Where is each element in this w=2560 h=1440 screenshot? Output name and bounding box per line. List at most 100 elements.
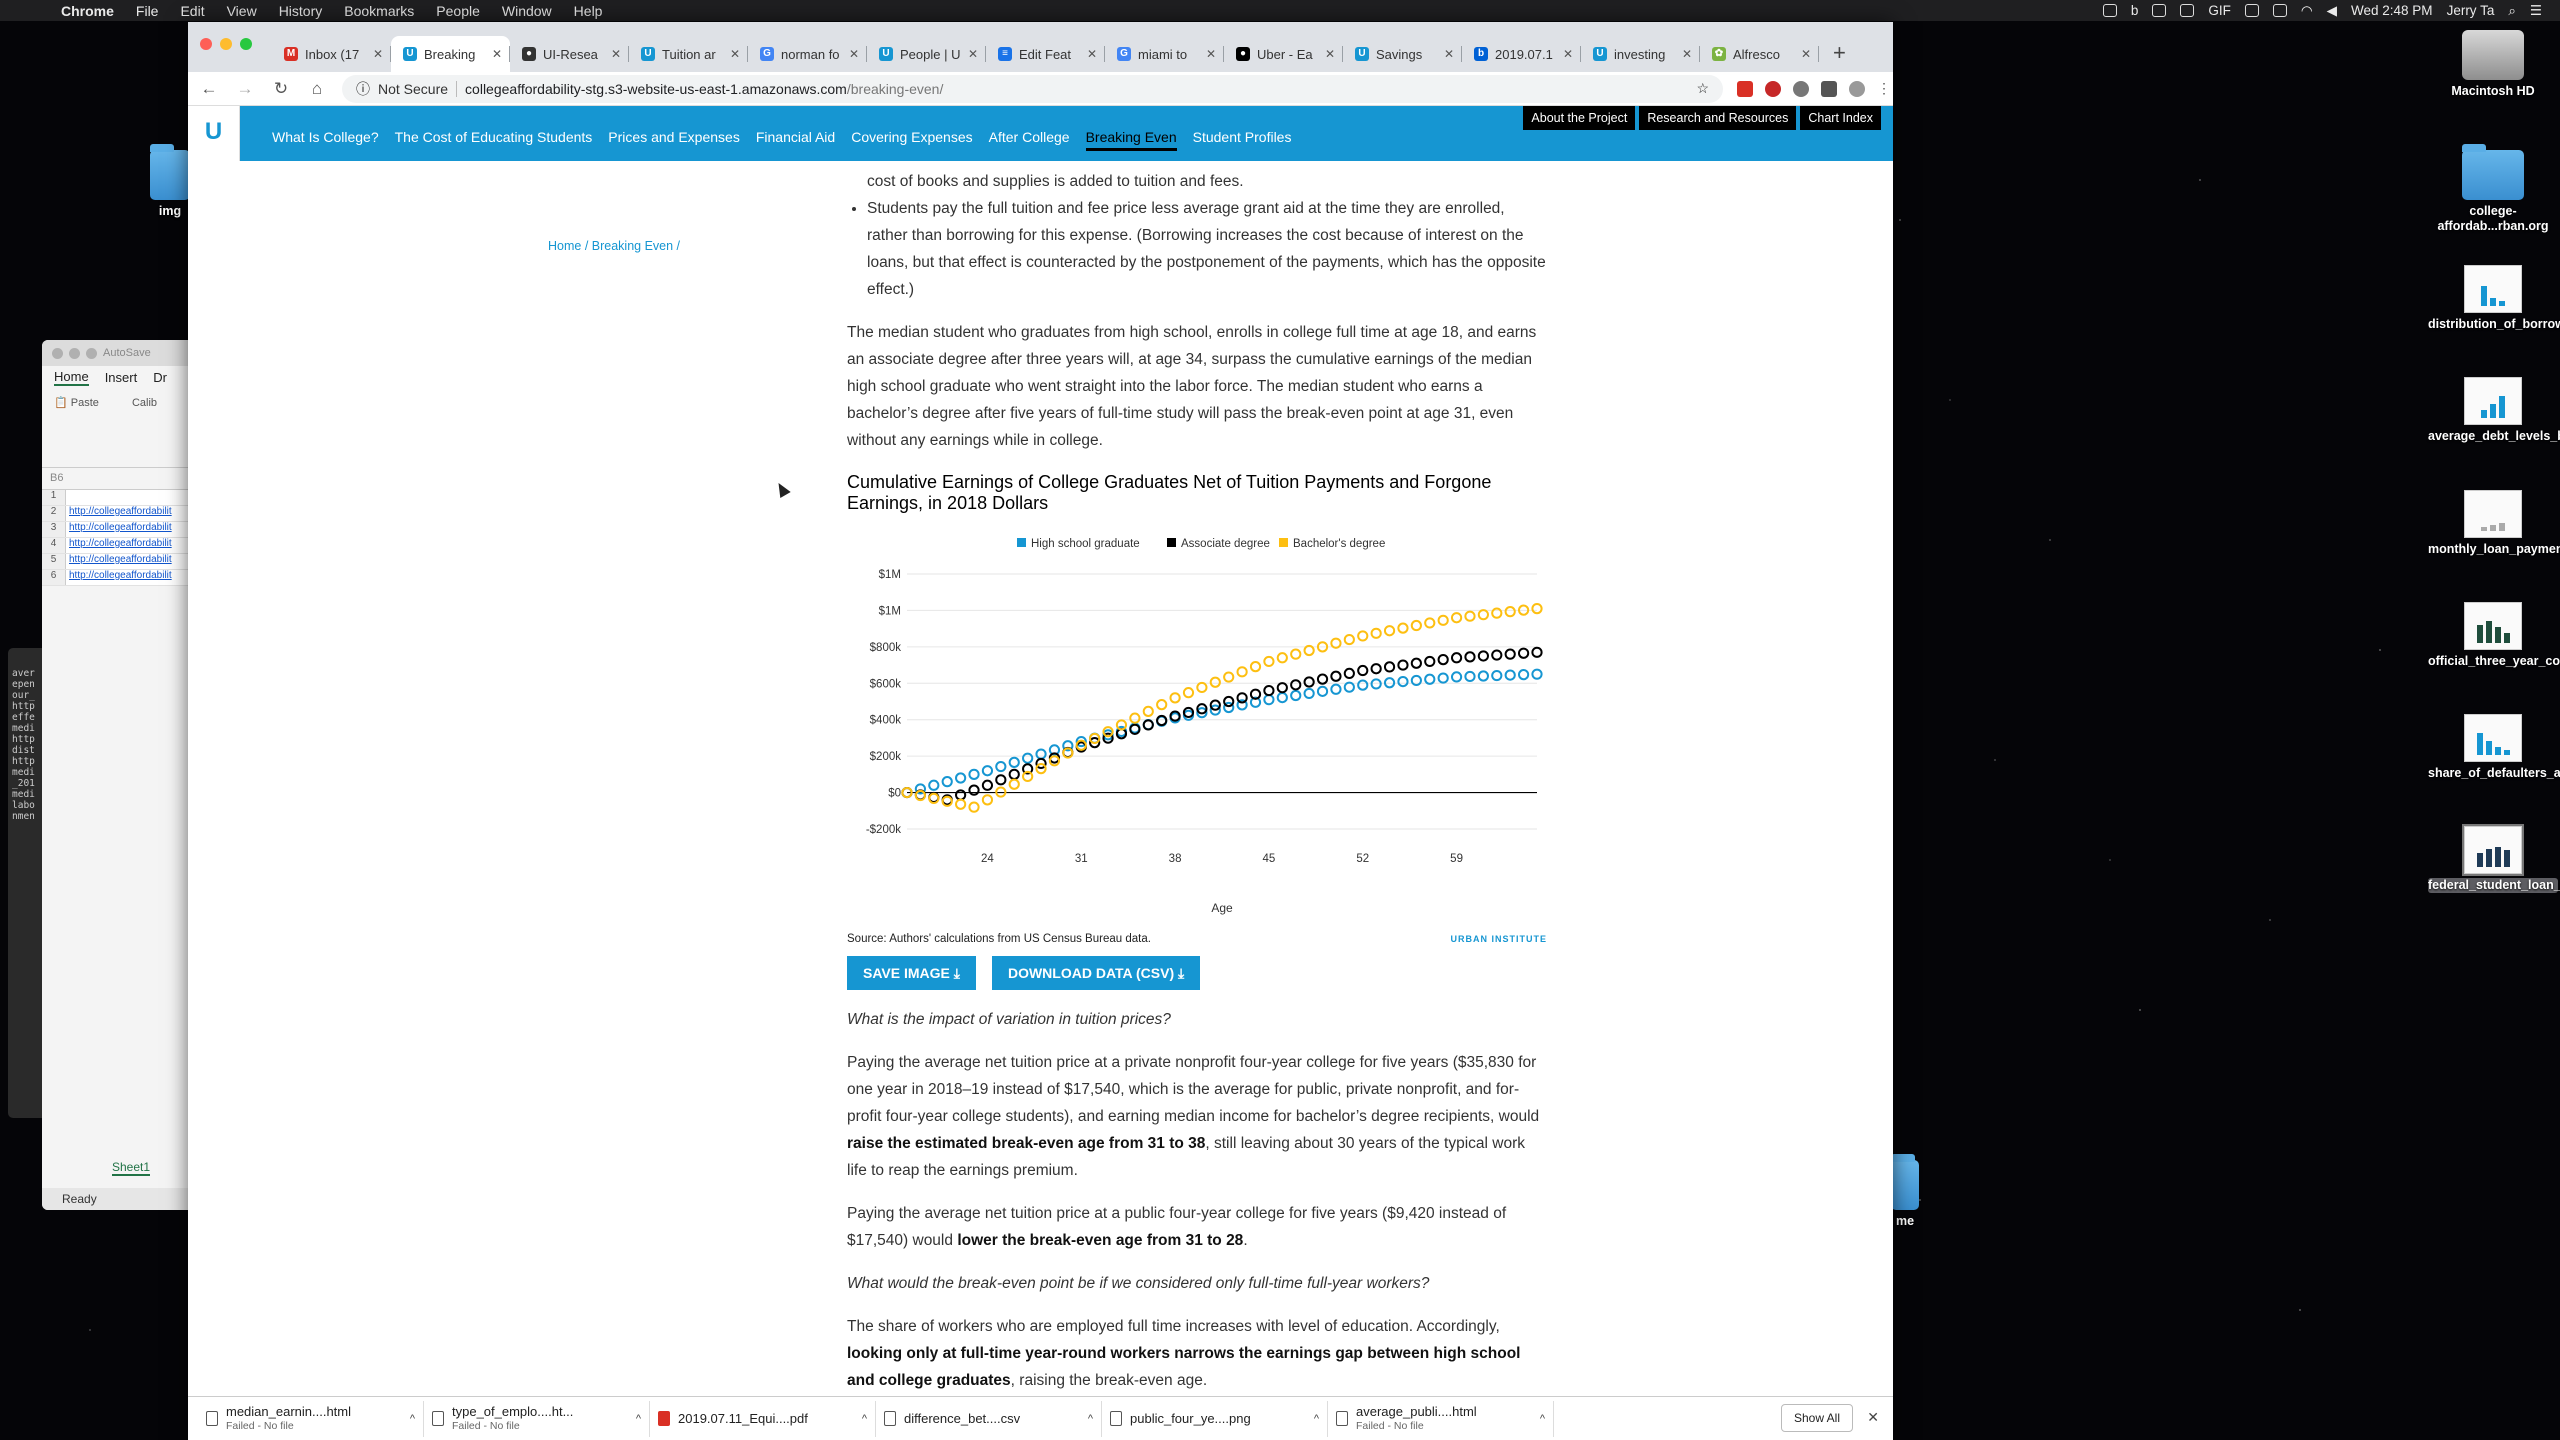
browser-tab[interactable]: U Savings ✕: [1343, 36, 1462, 72]
security-indicator[interactable]: Not Secure: [378, 80, 458, 97]
site-nav-link[interactable]: After College: [989, 129, 1070, 151]
extension-icon[interactable]: [1737, 80, 1753, 97]
cloud-icon[interactable]: [2152, 4, 2167, 17]
desktop-icon-file-selected[interactable]: federal_student_loan_five_y...0_11.png: [2428, 824, 2560, 893]
window-close-icon[interactable]: [52, 347, 63, 359]
desktop-icon-file[interactable]: average_debt_levels_by_fed...018.png: [2428, 377, 2560, 444]
user-name[interactable]: Jerry Ta: [2447, 3, 2495, 18]
menu-window[interactable]: Window: [491, 3, 563, 19]
browser-tab[interactable]: ● UI-Resea ✕: [510, 36, 629, 72]
browser-tab[interactable]: ● Uber - Ea ✕: [1224, 36, 1343, 72]
name-box[interactable]: B6: [42, 468, 202, 490]
status-b-icon[interactable]: b: [2131, 3, 2139, 18]
forward-icon[interactable]: →: [234, 79, 256, 99]
tab-close-icon[interactable]: ✕: [373, 47, 383, 61]
clock[interactable]: Wed 2:48 PM: [2351, 3, 2433, 18]
cell-link[interactable]: http://collegeaffordabilit: [66, 570, 202, 585]
site-nav-link[interactable]: The Cost of Educating Students: [395, 129, 593, 151]
back-icon[interactable]: ←: [198, 79, 220, 99]
chevron-up-icon[interactable]: ^: [862, 1413, 867, 1425]
zoom-icon[interactable]: [240, 38, 252, 50]
menu-help[interactable]: Help: [563, 3, 614, 19]
download-item[interactable]: type_of_emplo....ht... Failed - No file ^: [424, 1400, 650, 1437]
gif-icon[interactable]: GIF: [2208, 3, 2231, 18]
chevron-up-icon[interactable]: ^: [1314, 1413, 1319, 1425]
breadcrumb[interactable]: Home / Breaking Even /: [548, 239, 680, 253]
menu-bookmarks[interactable]: Bookmarks: [333, 3, 425, 19]
browser-tab[interactable]: ≡ Edit Feat ✕: [986, 36, 1105, 72]
desktop-icon-macintosh-hd[interactable]: Macintosh HD: [2428, 30, 2558, 99]
excel-tab-draw[interactable]: Dr: [153, 370, 167, 385]
paste-icon[interactable]: 📋: [54, 397, 68, 409]
shield-icon[interactable]: [2180, 4, 2195, 17]
wifi-icon[interactable]: ◠: [2301, 3, 2313, 19]
download-item[interactable]: median_earnin....html Failed - No file ^: [198, 1400, 424, 1437]
download-item[interactable]: average_publi....html Failed - No file ^: [1328, 1400, 1554, 1437]
show-all-button[interactable]: Show All: [1780, 1404, 1853, 1432]
browser-tab[interactable]: ✿ Alfresco ✕: [1700, 36, 1819, 72]
chart-index-link[interactable]: Chart Index: [1800, 106, 1881, 130]
bookmark-star-icon[interactable]: ☆: [1696, 80, 1709, 97]
notification-icon[interactable]: ☰: [2530, 3, 2542, 19]
grid-icon[interactable]: [2244, 4, 2259, 17]
tab-close-icon[interactable]: ✕: [1563, 47, 1573, 61]
extension-icon[interactable]: [1765, 80, 1781, 97]
excel-tab-insert[interactable]: Insert: [105, 370, 138, 385]
sheet-tab[interactable]: Sheet1: [112, 1160, 151, 1176]
paste-button[interactable]: Paste: [71, 397, 99, 409]
about-link[interactable]: About the Project: [1523, 106, 1636, 130]
tab-close-icon[interactable]: ✕: [1801, 47, 1811, 61]
excel-grid[interactable]: 1 2 http://collegeaffordabilit 3 http://co…: [42, 490, 202, 586]
menu-file[interactable]: File: [125, 3, 170, 19]
browser-tab[interactable]: U Tuition ar ✕: [629, 36, 748, 72]
cell[interactable]: [66, 490, 202, 505]
tab-close-icon[interactable]: ✕: [1444, 47, 1454, 61]
cell-link[interactable]: http://collegeaffordabilit: [66, 538, 202, 553]
site-logo[interactable]: U: [188, 106, 240, 161]
font-selector[interactable]: Calib: [132, 397, 157, 409]
desktop-icon-file[interactable]: official_three_year_cohort_d...ctor.png: [2428, 602, 2560, 669]
site-nav-link[interactable]: What Is College?: [272, 129, 379, 151]
browser-tab[interactable]: b 2019.07.1 ✕: [1462, 36, 1581, 72]
new-tab-icon[interactable]: +: [1819, 40, 1860, 72]
tab-close-icon[interactable]: ✕: [492, 47, 502, 61]
menu-people[interactable]: People: [425, 3, 491, 19]
reload-icon[interactable]: ↻: [270, 79, 292, 99]
tab-close-icon[interactable]: ✕: [1682, 47, 1692, 61]
menu-kebab-icon[interactable]: ⋮: [1877, 81, 1891, 97]
address-bar[interactable]: ⓘ Not Secure collegeaffordability-stg.s3…: [342, 74, 1723, 103]
spotlight-icon[interactable]: ⌕: [2508, 3, 2516, 19]
desktop-icon-file[interactable]: distribution_of_borrowers_...2018.png: [2428, 265, 2560, 332]
browser-tab[interactable]: M Inbox (17 ✕: [272, 36, 391, 72]
site-nav-link[interactable]: Prices and Expenses: [608, 129, 740, 151]
bluetooth-icon[interactable]: [2272, 4, 2287, 17]
save-image-button[interactable]: SAVE IMAGE ⤓: [847, 956, 976, 990]
cell-link[interactable]: http://collegeaffordabilit: [66, 506, 202, 521]
browser-tab[interactable]: Gmiami to ✕: [1105, 36, 1224, 72]
close-icon[interactable]: [200, 38, 212, 50]
download-item[interactable]: 2019.07.11_Equi....pdf ^: [650, 1400, 876, 1437]
download-item[interactable]: public_four_ye....png ^: [1102, 1400, 1328, 1437]
tab-close-icon[interactable]: ✕: [1087, 47, 1097, 61]
research-link[interactable]: Research and Resources: [1639, 106, 1797, 130]
close-shelf-icon[interactable]: ✕: [1867, 1409, 1879, 1426]
excel-window[interactable]: AutoSave Home Insert Dr 📋 Paste Calib B6…: [42, 340, 202, 1210]
cell-link[interactable]: http://collegeaffordabilit: [66, 522, 202, 537]
chevron-up-icon[interactable]: ^: [410, 1413, 415, 1425]
download-item[interactable]: difference_bet....csv ^: [876, 1400, 1102, 1437]
extension-icon[interactable]: [1793, 80, 1809, 97]
site-nav-link[interactable]: Covering Expenses: [851, 129, 972, 151]
site-nav-link[interactable]: Student Profiles: [1193, 129, 1292, 151]
extension-icon[interactable]: [1821, 80, 1837, 97]
info-icon[interactable]: ⓘ: [356, 79, 370, 99]
excel-tab-home[interactable]: Home: [54, 369, 89, 386]
tab-close-icon[interactable]: ✕: [1325, 47, 1335, 61]
profile-avatar[interactable]: [1849, 80, 1865, 97]
site-nav-link[interactable]: Financial Aid: [756, 129, 835, 151]
desktop-icon-file[interactable]: share_of_defaulters_and_th...nce.png: [2428, 714, 2560, 781]
chevron-up-icon[interactable]: ^: [636, 1413, 641, 1425]
desktop-icon-folder[interactable]: college-affordab...rban.org: [2428, 144, 2558, 234]
browser-tab[interactable]: Uinvesting ✕: [1581, 36, 1700, 72]
tab-close-icon[interactable]: ✕: [1206, 47, 1216, 61]
menu-history[interactable]: History: [268, 3, 334, 19]
